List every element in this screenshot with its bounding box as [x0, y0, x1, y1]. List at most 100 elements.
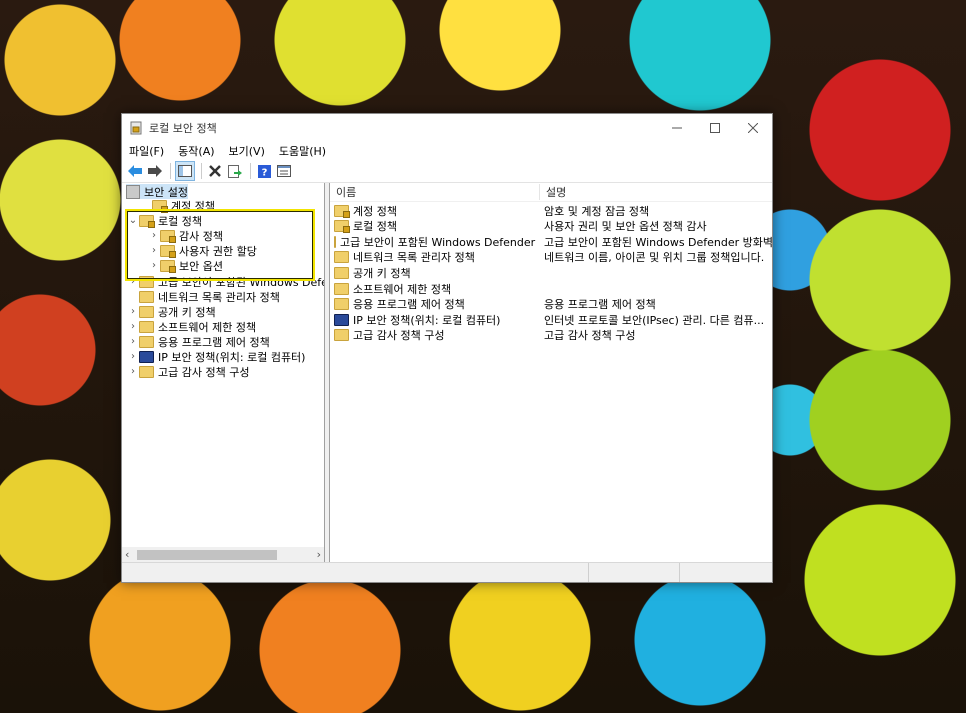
tree-item[interactable]: › 응용 프로그램 제어 정책	[127, 334, 270, 349]
maximize-button[interactable]	[696, 114, 734, 142]
folder-icon	[160, 229, 176, 243]
list-item[interactable]: 고급 보안이 포함된 Windows Defender ... 고급 보안이 포함…	[330, 234, 773, 249]
svg-text:?: ?	[261, 167, 267, 178]
list-item-name: 고급 보안이 포함된 Windows Defender ...	[340, 235, 537, 249]
folder-icon	[139, 335, 154, 348]
help-button[interactable]: ?	[255, 162, 273, 180]
expand-chevron-icon[interactable]: ⌄	[127, 215, 139, 226]
tree-item-label: 계정 정책	[171, 199, 215, 213]
column-name-header[interactable]: 이름	[330, 184, 540, 200]
expand-chevron-icon[interactable]: ›	[127, 336, 139, 347]
status-bar	[122, 562, 772, 582]
toolbar-separator	[201, 163, 202, 179]
expand-chevron-icon[interactable]: ›	[127, 351, 139, 362]
list-item-description: 인터넷 프로토콜 보안(IPsec) 관리. 다른 컴퓨...	[544, 313, 765, 327]
tree-horizontal-scrollbar[interactable]: ‹ ›	[122, 547, 324, 563]
tree-item[interactable]: › 감사 정책	[148, 228, 223, 243]
forward-button[interactable]	[146, 162, 164, 180]
list-item[interactable]: 네트워크 목록 관리자 정책 네트워크 이름, 아이콘 및 위치 그룹 정책입니다…	[330, 250, 764, 265]
list-item-name-cell: 응용 프로그램 제어 정책	[330, 296, 537, 312]
list-item-name-cell: 로컬 정책	[330, 218, 537, 234]
properties-icon	[277, 165, 291, 177]
console-tree[interactable]: 보안 설정 계정 정책 ⌄ 로컬 정책 › 감사 정책 › 사용자 권한 할당 › 보안 옵션 ›…	[122, 183, 325, 563]
expand-chevron-icon[interactable]: ›	[127, 306, 139, 317]
expand-chevron-icon[interactable]: ›	[148, 230, 160, 241]
title-bar[interactable]: 로컬 보안 정책	[122, 114, 772, 142]
tree-item[interactable]: › 소프트웨어 제한 정책	[127, 319, 256, 334]
tree-item[interactable]: ⌄ 로컬 정책	[127, 213, 202, 228]
export-list-icon	[228, 164, 242, 178]
list-item[interactable]: 계정 정책 암호 및 계정 잠금 정책	[330, 203, 649, 218]
tree-item[interactable]: › 고급 감사 정책 구성	[127, 364, 249, 379]
expand-chevron-icon[interactable]: ›	[148, 245, 160, 256]
list-item-name: 계정 정책	[353, 204, 397, 218]
delete-button[interactable]	[206, 162, 224, 180]
list-item-name: 응용 프로그램 제어 정책	[353, 298, 465, 312]
scroll-right-arrow-icon[interactable]: ›	[317, 548, 321, 561]
close-icon	[748, 123, 758, 133]
tree-item[interactable]: › 보안 옵션	[148, 258, 223, 273]
menu-action[interactable]: 동작(A)	[178, 143, 214, 159]
folder-icon	[160, 244, 176, 258]
list-item[interactable]: 공개 키 정책	[330, 265, 544, 280]
menu-file[interactable]: 파일(F)	[129, 143, 164, 159]
folder-icon	[334, 298, 349, 311]
tree-item-label: 보안 옵션	[179, 259, 223, 273]
menu-help[interactable]: 도움말(H)	[279, 143, 326, 159]
expand-chevron-icon[interactable]: ›	[127, 366, 139, 377]
arrow-right-icon	[148, 165, 162, 177]
app-icon	[130, 121, 142, 135]
expand-chevron-icon[interactable]: ›	[148, 260, 160, 271]
back-button[interactable]	[126, 162, 144, 180]
tree-item[interactable]: › 사용자 권한 할당	[148, 243, 257, 258]
tree-item[interactable]: › 고급 보안이 포함된 Windows Defende	[127, 274, 324, 289]
tree-item[interactable]: 네트워크 목록 관리자 정책	[127, 289, 280, 304]
tree-item-label: IP 보안 정책(위치: 로컬 컴퓨터)	[158, 350, 306, 364]
scrollbar-thumb[interactable]	[137, 550, 277, 560]
list-item[interactable]: 소프트웨어 제한 정책	[330, 281, 544, 296]
minimize-button[interactable]	[658, 114, 696, 142]
scroll-left-arrow-icon[interactable]: ‹	[125, 548, 129, 561]
minimize-icon	[672, 127, 682, 129]
list-item-name: 고급 감사 정책 구성	[353, 329, 445, 343]
window-title: 로컬 보안 정책	[149, 122, 217, 135]
list-item-name-cell: 고급 감사 정책 구성	[330, 327, 537, 343]
list-item-name-cell: 네트워크 목록 관리자 정책	[330, 249, 537, 265]
list-item[interactable]: 고급 감사 정책 구성 고급 감사 정책 구성	[330, 328, 635, 343]
tree-item-label: 네트워크 목록 관리자 정책	[158, 290, 280, 304]
list-item-name-cell: IP 보안 정책(위치: 로컬 컴퓨터)	[330, 312, 537, 328]
maximize-icon	[710, 123, 720, 133]
folder-icon	[139, 214, 155, 228]
properties-button[interactable]	[275, 162, 293, 180]
details-list[interactable]: 이름 설명 계정 정책 암호 및 계정 잠금 정책로컬 정책 사용자 권리 및 보안…	[330, 183, 773, 563]
list-item-description: 고급 보안이 포함된 Windows Defender 방화벽	[544, 235, 774, 249]
folder-icon	[139, 320, 154, 333]
show-hide-console-tree-button[interactable]	[175, 161, 195, 181]
status-cell	[589, 563, 680, 582]
list-item[interactable]: 로컬 정책 사용자 권리 및 보안 옵션 정책 감사	[330, 219, 707, 234]
list-item-description: 사용자 권리 및 보안 옵션 정책 감사	[544, 220, 707, 234]
list-item-name-cell: 소프트웨어 제한 정책	[330, 281, 537, 297]
expand-chevron-icon[interactable]: ›	[127, 276, 139, 287]
toolbar: ?	[122, 160, 772, 183]
tree-item[interactable]: › IP 보안 정책(위치: 로컬 컴퓨터)	[127, 349, 305, 364]
list-item-description: 암호 및 계정 잠금 정책	[544, 204, 650, 218]
tree-item-label: 공개 키 정책	[158, 305, 216, 319]
list-item[interactable]: IP 보안 정책(위치: 로컬 컴퓨터) 인터넷 프로토콜 보안(IPsec) 관…	[330, 312, 764, 327]
expand-chevron-icon[interactable]: ›	[127, 321, 139, 332]
list-item[interactable]: 응용 프로그램 제어 정책 응용 프로그램 제어 정책	[330, 297, 656, 312]
menu-view[interactable]: 보기(V)	[229, 143, 265, 159]
folder-icon	[334, 204, 350, 218]
folder-icon	[139, 290, 154, 303]
list-item-description: 네트워크 이름, 아이콘 및 위치 그룹 정책입니다.	[544, 251, 765, 265]
tree-item[interactable]: 계정 정책	[140, 198, 215, 213]
column-description-header[interactable]: 설명	[540, 184, 766, 200]
toolbar-separator	[170, 163, 171, 179]
console-tree-icon	[178, 165, 192, 177]
help-icon: ?	[257, 164, 271, 178]
tree-item[interactable]: › 공개 키 정책	[127, 304, 216, 319]
export-list-button[interactable]	[226, 162, 244, 180]
close-button[interactable]	[734, 114, 772, 142]
list-item-name: 공개 키 정책	[353, 266, 411, 280]
folder-icon	[139, 275, 154, 288]
